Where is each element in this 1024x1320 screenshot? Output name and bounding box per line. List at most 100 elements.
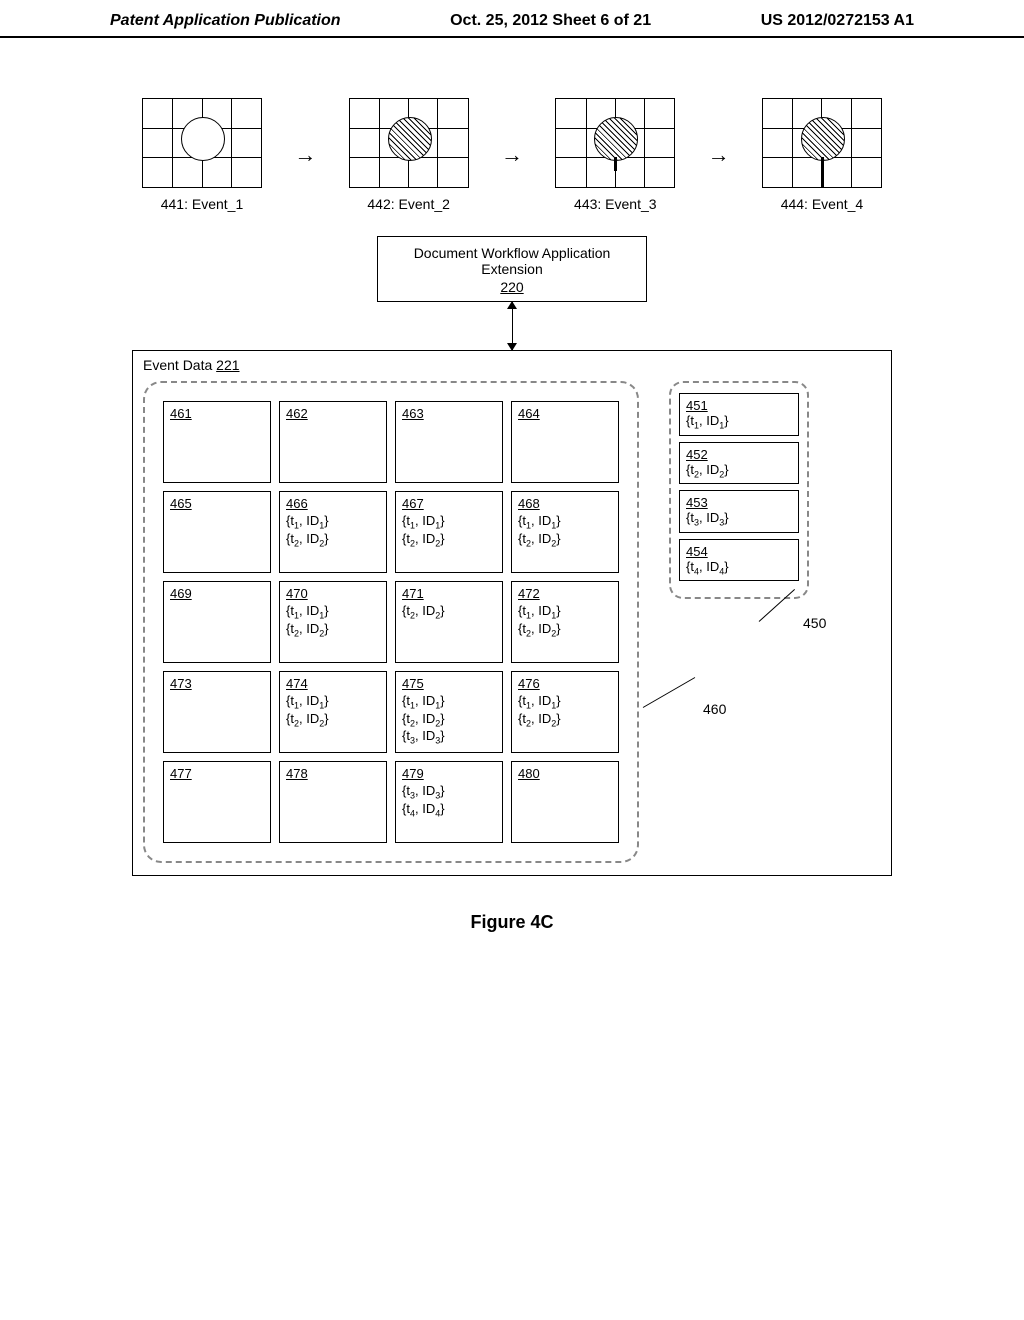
grid-cell: 464: [511, 401, 619, 483]
cell-number: 463: [402, 406, 496, 421]
header-right: US 2012/0272153 A1: [761, 12, 914, 30]
cell-tuple: {t1, ID1}: [518, 603, 612, 621]
event-label: 442: Event_2: [339, 196, 479, 212]
cell-number: 473: [170, 676, 264, 691]
cell-number: 451: [686, 398, 792, 413]
grid-cell: 477: [163, 761, 271, 843]
cell-number: 469: [170, 586, 264, 601]
list-cell: 453{t3, ID3}: [679, 490, 799, 533]
grid-cell: 480: [511, 761, 619, 843]
callout-450: 450: [803, 615, 826, 631]
grid-cell: 475 {t1, ID1}{t2, ID2}{t3, ID3}: [395, 671, 503, 753]
grid-cell: 470{t1, ID1}{t2, ID2}: [279, 581, 387, 663]
cell-number: 468: [518, 496, 612, 511]
cell-tuple: {t4, ID4}: [402, 801, 496, 819]
grid-cell: 465: [163, 491, 271, 573]
list-cell: 454{t4, ID4}: [679, 539, 799, 582]
cell-tuple: {t2, ID2}: [402, 711, 496, 729]
cell-number: 467: [402, 496, 496, 511]
event-circle-icon: [388, 117, 432, 161]
grid-cell: 473: [163, 671, 271, 753]
arrow-right-icon: →: [707, 110, 731, 200]
page-header: Patent Application Publication Oct. 25, …: [0, 0, 1024, 38]
cell-tuple: {t2, ID2}: [518, 621, 612, 639]
cell-number: 466: [286, 496, 380, 511]
cell-number: 476: [518, 676, 612, 691]
cell-number: 462: [286, 406, 380, 421]
cell-tuple: {t3, ID3}: [686, 510, 792, 528]
event-block: 444: Event_4: [752, 98, 892, 212]
grid-cell: 468{t1, ID1}{t2, ID2}: [511, 491, 619, 573]
cell-tuple: {t1, ID1}: [686, 413, 792, 431]
cell-number: 472: [518, 586, 612, 601]
cell-number: 470: [286, 586, 380, 601]
grid-cell: 472 {t1, ID1}{t2, ID2}: [511, 581, 619, 663]
arrow-right-icon: →: [293, 110, 317, 200]
events-row: 441: Event_1→442: Event_2→443: Event_3→4…: [132, 98, 892, 212]
workflow-extension-box: Document Workflow Application Extension …: [377, 236, 647, 302]
grid-cell: 462: [279, 401, 387, 483]
event-grid: [555, 98, 675, 188]
arrow-right-icon: →: [500, 110, 524, 200]
cell-tuple: {t3, ID3}: [402, 728, 496, 746]
event-circle-icon: [801, 117, 845, 161]
cell-number: 471: [402, 586, 496, 601]
grid-cell: 463: [395, 401, 503, 483]
cell-number: 453: [686, 495, 792, 510]
figure-caption: Figure 4C: [132, 912, 892, 933]
header-left: Patent Application Publication: [110, 12, 341, 30]
workflow-title: Document Workflow Application Extension: [414, 245, 611, 277]
cell-number: 452: [686, 447, 792, 462]
cell-tuple: {t1, ID1}: [518, 693, 612, 711]
event-block: 443: Event_3: [545, 98, 685, 212]
event-block: 442: Event_2: [339, 98, 479, 212]
grid-cell: 474 {t1, ID1}{t2, ID2}: [279, 671, 387, 753]
cell-number: 454: [686, 544, 792, 559]
cell-number: 461: [170, 406, 264, 421]
grid-cell: 471 {t2, ID2}: [395, 581, 503, 663]
event-grid: [762, 98, 882, 188]
cell-number: 465: [170, 496, 264, 511]
event-grid: [142, 98, 262, 188]
region-450: 451{t1, ID1}452{t2, ID2}453{t3, ID3}454{…: [669, 381, 809, 599]
cell-tuple: {t2, ID2}: [286, 711, 380, 729]
grid-cell: 478: [279, 761, 387, 843]
cell-tuple: {t1, ID1}: [286, 603, 380, 621]
cell-tuple: {t4, ID4}: [686, 559, 792, 577]
cell-tuple: {t1, ID1}: [402, 693, 496, 711]
cell-tuple: {t2, ID2}: [402, 531, 496, 549]
event-block: 441: Event_1: [132, 98, 272, 212]
cell-tuple: {t3, ID3}: [402, 783, 496, 801]
cell-tuple: {t2, ID2}: [402, 603, 496, 621]
region-460: 461462463464465466{t1, ID1}{t2, ID2}467{…: [143, 381, 639, 863]
event-data-title: Event Data 221: [143, 357, 881, 373]
event-circle-icon: [181, 117, 225, 161]
event-data-box: Event Data 221 461 462 463 464 465 466 {t1, ID…: [132, 350, 892, 876]
cell-tuple: {t1, ID1}: [286, 693, 380, 711]
figure-4c: 441: Event_1→442: Event_2→443: Event_3→4…: [132, 98, 892, 933]
list-cell: 452{t2, ID2}: [679, 442, 799, 485]
cell-tuple: {t1, ID1}: [518, 513, 612, 531]
callout-460: 460: [703, 701, 726, 717]
event-grid: [349, 98, 469, 188]
event-stem-icon: [614, 157, 617, 171]
event-label: 444: Event_4: [752, 196, 892, 212]
cell-tuple: {t1, ID1}: [286, 513, 380, 531]
grid-cell: 469: [163, 581, 271, 663]
cell-number: 478: [286, 766, 380, 781]
cell-number: 479: [402, 766, 496, 781]
grid-cell: 479 {t3, ID3}{t4, ID4}: [395, 761, 503, 843]
cell-number: 475: [402, 676, 496, 691]
grid-cell: 467 {t1, ID1}{t2, ID2}: [395, 491, 503, 573]
cell-tuple: {t2, ID2}: [518, 711, 612, 729]
cell-tuple: {t2, ID2}: [286, 531, 380, 549]
event-stem-icon: [821, 157, 824, 187]
cell-number: 480: [518, 766, 612, 781]
event-label: 443: Event_3: [545, 196, 685, 212]
grid-460-table: 461462463464465466{t1, ID1}{t2, ID2}467{…: [155, 393, 627, 851]
cell-number: 474: [286, 676, 380, 691]
cell-number: 477: [170, 766, 264, 781]
event-circle-icon: [594, 117, 638, 161]
cell-tuple: {t1, ID1}: [402, 513, 496, 531]
list-cell: 451{t1, ID1}: [679, 393, 799, 436]
